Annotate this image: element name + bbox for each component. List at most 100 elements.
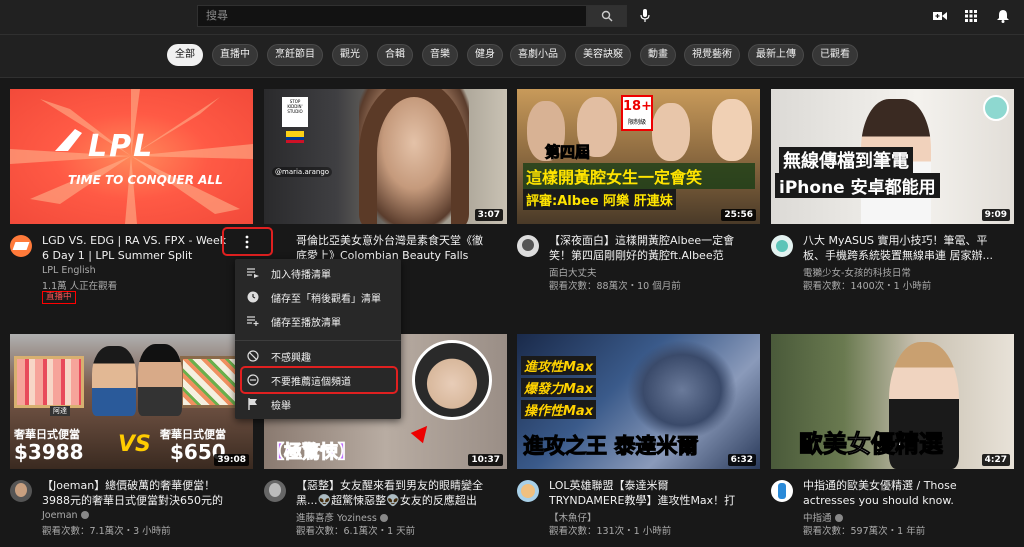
video-thumbnail[interactable]: STOP KIDDIN' STUDIO @maria.arango 3:07 (264, 89, 507, 224)
search-button[interactable] (587, 5, 627, 27)
host-figure-2 (138, 344, 182, 416)
channel-name[interactable]: 中指通 (803, 510, 843, 524)
menu-save-watch-later[interactable]: 儲存至「稍後觀看」清單 (235, 286, 401, 308)
flag-icon (248, 398, 257, 410)
video-duration: 6:32 (727, 454, 756, 466)
thumb-left-price: $3988 (14, 440, 84, 464)
channel-avatar[interactable] (264, 480, 286, 502)
menu-divider (235, 340, 401, 341)
mic-button[interactable] (637, 8, 653, 24)
channel-avatar[interactable] (771, 235, 793, 257)
instagram-handle: @maria.arango (272, 167, 333, 177)
thumb-headline: 無線傳檔到筆電 (779, 147, 913, 173)
menu-save-playlist[interactable]: 儲存至播放清單 (235, 310, 401, 332)
channel-name[interactable]: 電獺少女-女孩的科技日常 (803, 265, 911, 279)
video-thumbnail[interactable]: 18+ 限制級 第四屆 這樣開黃腔女生一定會笑 評審:Albee 阿樂 肝連妹 … (517, 89, 760, 224)
channel-avatar[interactable] (10, 235, 32, 257)
chip-music[interactable]: 音樂 (422, 44, 458, 66)
chip-cooking[interactable]: 烹飪節目 (267, 44, 323, 66)
chip-beauty[interactable]: 美容訣竅 (575, 44, 631, 66)
menu-item-label: 檢舉 (271, 400, 291, 412)
thumb-episode: 第四屆 (544, 143, 591, 162)
menu-item-label: 不感興趣 (271, 352, 311, 364)
mic-icon (640, 9, 650, 22)
channel-avatar[interactable] (517, 480, 539, 502)
video-title[interactable]: LOL英雄聯盟【泰達米爾TRYNDAMERE教學】進攻性Max！打架爬分泰達米.… (549, 478, 739, 508)
filter-chip-bar: 全部 直播中 烹飪節目 觀光 合輯 音樂 健身 喜劇小品 美容訣竅 動畫 視覺藝… (0, 34, 1024, 78)
apps-button[interactable] (963, 8, 979, 24)
search-input[interactable]: 搜尋 (197, 5, 587, 27)
channel-name[interactable]: LPL English (42, 265, 96, 276)
video-card[interactable]: 進攻性Max 爆發力Max 操作性Max 進攻之王 泰達米爾 6:32 LOL英… (517, 334, 760, 544)
video-card[interactable]: 阿達 奢華日式便當 $3988 VS 奢華日式便當 $650 39:08 【Jo… (10, 334, 253, 544)
thumb-stat-3: 操作性Max (521, 400, 597, 419)
video-card[interactable]: LPL TIME TO CONQUER ALL LGD VS. EDG | RA… (10, 89, 253, 314)
create-video-button[interactable] (932, 8, 948, 24)
chip-all[interactable]: 全部 (167, 44, 203, 66)
top-bar: 搜尋 (0, 0, 1024, 34)
notifications-button[interactable] (995, 8, 1011, 24)
notifications-icon (997, 10, 1009, 23)
video-card[interactable]: 18+ 限制級 第四屆 這樣開黃腔女生一定會笑 評審:Albee 阿樂 肝連妹 … (517, 89, 760, 314)
video-context-menu: 加入待播清單 儲存至「稍後觀看」清單 儲存至播放清單 不感興趣 不要推薦這個頻道… (235, 259, 401, 419)
menu-not-interested[interactable]: 不感興趣 (235, 345, 401, 367)
video-thumbnail[interactable]: 無線傳檔到筆電 iPhone 安卓都能用 9:09 (771, 89, 1014, 224)
video-stats: 觀看次數：597萬次・1 年前 (803, 526, 926, 537)
chip-compilation[interactable]: 合輯 (377, 44, 413, 66)
channel-name[interactable]: 進藤喜彥 Yoziness (296, 510, 388, 524)
video-title[interactable]: 【惡整】女友醒來看到男友的眼睛變全黑...👽超驚悚惡整👽女友的反應超出我... (296, 478, 486, 508)
thumb-tagline: TIME TO CONQUER ALL (68, 173, 223, 187)
video-thumbnail[interactable]: 歐美女優精選 4:27 (771, 334, 1014, 469)
chip-travel[interactable]: 觀光 (332, 44, 368, 66)
channel-name[interactable]: 【木魚仔】 (549, 510, 597, 524)
channel-avatar[interactable] (517, 235, 539, 257)
face-circle (412, 340, 492, 420)
rating-label: 18+ (623, 99, 652, 114)
video-thumbnail[interactable]: 進攻性Max 爆發力Max 操作性Max 進攻之王 泰達米爾 6:32 (517, 334, 760, 469)
video-stats: 觀看次數：6.1萬次・1 天前 (296, 526, 416, 537)
channel-name[interactable]: Joeman (42, 510, 89, 521)
playlist-add-icon (247, 316, 259, 326)
apps-icon (965, 10, 977, 22)
channel-name-text: Joeman (42, 510, 78, 521)
video-title[interactable]: LGD VS. EDG | RA VS. FPX - Week 6 Day 1 … (42, 233, 232, 263)
video-thumbnail[interactable]: LPL TIME TO CONQUER ALL (10, 89, 253, 224)
video-duration: 4:27 (981, 454, 1010, 466)
video-title[interactable]: 中指通的歐美女優精選 / Those actresses you should … (803, 478, 993, 508)
menu-report[interactable]: 檢舉 (235, 393, 401, 415)
chip-recently-uploaded[interactable]: 最新上傳 (748, 44, 804, 66)
video-title[interactable]: 八大 MyASUS 實用小技巧！筆電、平板、手機跨系統裝置無線串連 居家辦... (803, 233, 993, 263)
menu-item-label: 儲存至「稍後觀看」清單 (271, 293, 381, 305)
verified-icon (379, 513, 388, 522)
menu-highlight-annotation (240, 366, 398, 394)
video-stats: 觀看次數：131次・1 小時前 (549, 526, 672, 537)
channel-avatar[interactable] (771, 480, 793, 502)
more-vert-icon (245, 235, 249, 249)
chip-visual-arts[interactable]: 視覺藝術 (684, 44, 740, 66)
video-title[interactable]: 【深夜面白】這樣開黃腔Albee一定會笑！第四屆剛剛好的黃腔ft.Albee范乙… (549, 233, 739, 263)
video-card[interactable]: 歐美女優精選 4:27 中指通的歐美女優精選 / Those actresses… (771, 334, 1014, 544)
search-icon (601, 10, 613, 22)
video-title[interactable]: 【Joeman】總價破萬的奢華便當！3988元的奢華日式便當對決650元的奢..… (42, 478, 232, 508)
chip-comedy[interactable]: 喜劇小品 (510, 44, 566, 66)
more-actions-button[interactable] (243, 234, 251, 250)
video-duration: 25:56 (721, 209, 756, 221)
video-stats: 觀看次數：1400次・1 小時前 (803, 281, 932, 292)
channel-avatar[interactable] (10, 480, 32, 502)
red-arrow-icon (410, 420, 434, 444)
chip-animation[interactable]: 動畫 (640, 44, 676, 66)
menu-add-to-queue[interactable]: 加入待播清單 (235, 262, 401, 284)
thumb-stat-2: 爆發力Max (521, 378, 597, 397)
chip-live[interactable]: 直播中 (212, 44, 258, 66)
video-card[interactable]: 無線傳檔到筆電 iPhone 安卓都能用 9:09 八大 MyASUS 實用小技… (771, 89, 1014, 314)
flag-icon (286, 131, 304, 143)
verified-icon (80, 510, 89, 519)
video-stats: 觀看次數：88萬次・10 個月前 (549, 281, 681, 292)
video-thumbnail[interactable]: 阿達 奢華日式便當 $3988 VS 奢華日式便當 $650 39:08 (10, 334, 253, 469)
video-stats: 1.1萬 人正在觀看 (42, 281, 118, 292)
video-stats: 觀看次數：7.1萬次・3 小時前 (42, 526, 171, 537)
chip-fitness[interactable]: 健身 (467, 44, 503, 66)
thumb-headline: 進攻之王 泰達米爾 (522, 434, 699, 459)
channel-name[interactable]: 面白大丈夫 (549, 265, 597, 279)
chip-watched[interactable]: 已觀看 (812, 44, 858, 66)
